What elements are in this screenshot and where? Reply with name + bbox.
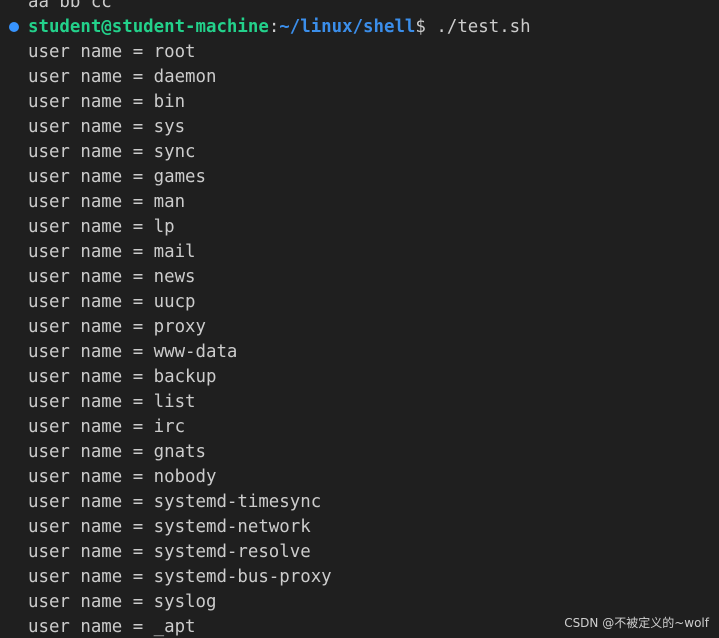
output-line: user name = proxy [28, 317, 206, 337]
command-decoration-dot-icon[interactable] [9, 22, 19, 32]
output-line: user name = bin [28, 92, 186, 112]
output-line: user name = list [28, 392, 196, 412]
prompt-command: ./test.sh [425, 17, 531, 37]
output-line: user name = backup [28, 367, 217, 387]
output-line: user name = man [28, 192, 186, 212]
output-line: user name = _apt [28, 617, 196, 637]
output-line: user name = nobody [28, 467, 217, 487]
output-line: user name = systemd-bus-proxy [28, 567, 332, 587]
previous-output-line: aa bb cc [28, 0, 112, 12]
output-line: user name = uucp [28, 292, 196, 312]
terminal-panel[interactable]: aa bb cc student@student-machine:~/linux… [0, 0, 719, 638]
output-line: user name = games [28, 167, 206, 187]
prompt-path: ~/linux/shell [279, 17, 416, 37]
output-line: user name = systemd-resolve [28, 542, 311, 562]
prompt-dollar: $ [415, 17, 426, 37]
output-line: user name = daemon [28, 67, 217, 87]
output-line: user name = www-data [28, 342, 238, 362]
watermark: CSDN @不被定义的~wolf [564, 616, 709, 630]
output-line: user name = syslog [28, 592, 217, 612]
output-line: user name = lp [28, 217, 175, 237]
output-line: user name = mail [28, 242, 196, 262]
output-line: user name = root [28, 42, 196, 62]
output-line: user name = systemd-network [28, 517, 311, 537]
prompt-separator: : [268, 17, 280, 37]
output-line: user name = gnats [28, 442, 206, 462]
output-line: user name = irc [28, 417, 186, 437]
prompt-user-host: student@student-machine [28, 17, 269, 37]
output-line: user name = news [28, 267, 196, 287]
prompt-line: student@student-machine:~/linux/shell$ .… [28, 15, 531, 40]
output-line: user name = sync [28, 142, 196, 162]
output-line: user name = systemd-timesync [28, 492, 322, 512]
command-output: user name = root user name = daemon user… [28, 40, 332, 638]
output-line: user name = sys [28, 117, 186, 137]
